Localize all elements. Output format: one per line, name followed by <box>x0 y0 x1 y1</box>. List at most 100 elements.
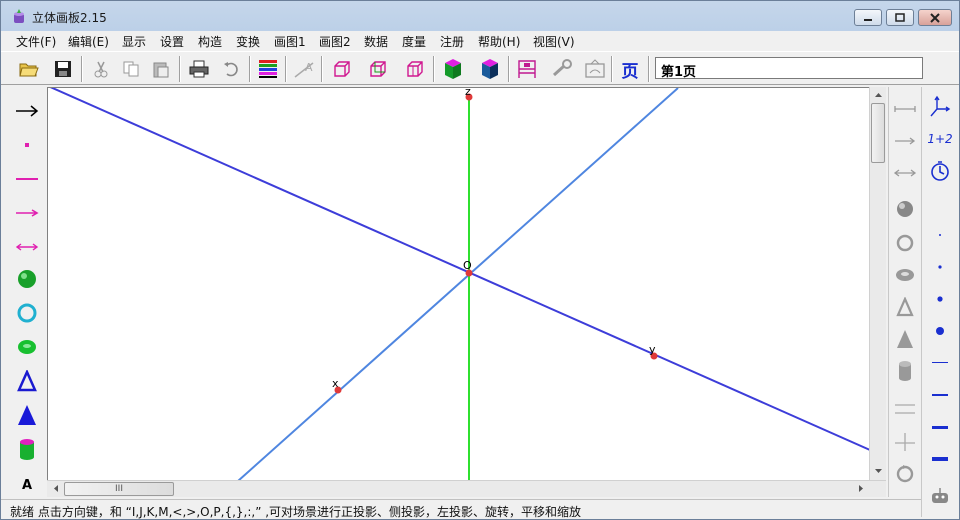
line-weight-4[interactable] <box>926 445 954 473</box>
vertical-scroll-thumb[interactable] <box>871 103 885 163</box>
calculate-button[interactable]: 1+2 <box>926 125 954 153</box>
robot-button[interactable] <box>926 481 954 509</box>
paste-button[interactable] <box>149 57 173 81</box>
menu-draw1[interactable]: 画图1 <box>274 33 306 50</box>
copy-icon <box>123 61 139 77</box>
picture-button[interactable] <box>583 57 607 81</box>
page-selector[interactable]: 第1页 <box>655 57 923 80</box>
right-rotate-tool[interactable] <box>891 459 919 487</box>
prism-tool-1[interactable] <box>441 57 465 81</box>
menu-settings[interactable]: 设置 <box>160 33 184 50</box>
right-circle-tool[interactable] <box>891 229 919 257</box>
right-cylinder-tool[interactable] <box>891 357 919 385</box>
open-button[interactable] <box>17 57 41 81</box>
circle-icon <box>896 234 914 252</box>
close-button[interactable] <box>918 9 952 26</box>
page-button[interactable]: 页 <box>618 57 642 82</box>
undo-button[interactable] <box>219 57 243 81</box>
toolbar-separator <box>249 56 251 82</box>
wrench-button[interactable] <box>551 57 575 81</box>
menu-construct[interactable]: 构造 <box>198 33 222 50</box>
menu-help[interactable]: 帮助(H) <box>478 33 520 50</box>
dot-size-3[interactable] <box>926 285 954 313</box>
ray-tool[interactable] <box>13 199 41 227</box>
segment-tool[interactable] <box>13 165 41 193</box>
timer-button[interactable] <box>926 157 954 185</box>
right-perpendicular-tool[interactable] <box>891 427 919 455</box>
menu-bar: 文件(F) 编辑(E) 显示 设置 构造 变换 画图1 画图2 数据 度量 注册… <box>1 31 959 49</box>
printer-icon <box>189 60 209 78</box>
menu-file[interactable]: 文件(F) <box>16 33 56 50</box>
menu-register[interactable]: 注册 <box>440 33 464 50</box>
minimize-button[interactable] <box>854 9 882 26</box>
cut-button[interactable] <box>89 57 113 81</box>
menu-view[interactable]: 视图(V) <box>533 33 575 50</box>
ellipse-icon <box>896 269 914 281</box>
dot-size-1[interactable] <box>926 221 954 249</box>
line-weight-2[interactable] <box>926 381 954 409</box>
text-tool[interactable]: A <box>13 471 41 499</box>
right-line-tool[interactable] <box>891 159 919 187</box>
right-cone-tool[interactable] <box>891 325 919 353</box>
title-bar: 立体画板2.15 <box>1 1 959 31</box>
menu-data[interactable]: 数据 <box>364 33 388 50</box>
right-ray-tool[interactable] <box>891 127 919 155</box>
cube-tool-2[interactable] <box>366 57 390 81</box>
print-button[interactable] <box>187 57 211 81</box>
prism-tool-2[interactable] <box>478 57 502 81</box>
rotate-circle-icon <box>896 465 914 483</box>
dot-size-2[interactable] <box>926 253 954 281</box>
arrow-icon <box>16 105 39 117</box>
dot-xlarge-icon <box>936 327 944 335</box>
sphere-icon <box>897 201 913 217</box>
circle-tool[interactable] <box>13 299 41 327</box>
ellipse-tool[interactable] <box>13 333 41 361</box>
window-title: 立体画板2.15 <box>32 11 107 25</box>
menu-edit[interactable]: 编辑(E) <box>68 33 109 50</box>
dot-large-icon <box>937 296 943 302</box>
scene-svg: z O x y <box>50 88 869 480</box>
thumb-grip: III <box>115 484 123 494</box>
maximize-button[interactable] <box>886 9 914 26</box>
dot-size-4[interactable] <box>926 317 954 345</box>
menu-draw2[interactable]: 画图2 <box>319 33 351 50</box>
menu-measure[interactable]: 度量 <box>402 33 426 50</box>
line-weight-3[interactable] <box>926 413 954 441</box>
restore-icon <box>895 12 905 22</box>
arrow-tool[interactable] <box>13 97 41 125</box>
vertical-scrollbar[interactable] <box>869 87 886 480</box>
circle-icon <box>17 303 37 323</box>
sphere-tool[interactable] <box>13 265 41 293</box>
text-style-button[interactable]: A <box>292 57 316 81</box>
app-window: 立体画板2.15 文件(F) 编辑(E) 显示 设置 构造 变换 画图1 画图2… <box>0 0 960 520</box>
point-tool[interactable] <box>13 131 41 159</box>
line-weight-1[interactable] <box>926 349 954 377</box>
cylinder-tool[interactable] <box>13 435 41 463</box>
triangle-tool[interactable] <box>13 367 41 395</box>
cube-tool-1[interactable] <box>330 57 354 81</box>
y-axis-line <box>50 88 869 451</box>
menu-transform[interactable]: 变换 <box>236 33 260 50</box>
coordinate-system-button[interactable] <box>515 57 539 81</box>
line-tool[interactable] <box>13 233 41 261</box>
right-triangle-tool[interactable] <box>891 293 919 321</box>
horizontal-scroll-thumb[interactable]: III <box>64 482 174 496</box>
right-sphere-tool[interactable] <box>891 195 919 223</box>
cone-tool[interactable] <box>13 401 41 429</box>
calculate-label: 1+2 <box>927 132 953 146</box>
toolbar-separator <box>433 56 435 82</box>
right-segment-tool[interactable] <box>891 95 919 123</box>
right-ellipse-tool[interactable] <box>891 261 919 289</box>
cube-tool-3[interactable] <box>403 57 427 81</box>
drawing-canvas[interactable]: z O x y <box>47 87 869 480</box>
ray-icon <box>895 137 916 145</box>
right-parallel-tool[interactable] <box>891 395 919 423</box>
copy-button[interactable] <box>119 57 143 81</box>
color-palette-icon <box>259 60 277 78</box>
axes-3d-button[interactable] <box>926 93 954 121</box>
color-button[interactable] <box>256 57 280 81</box>
save-icon <box>55 61 71 77</box>
menu-display[interactable]: 显示 <box>122 33 146 50</box>
save-button[interactable] <box>51 57 75 81</box>
horizontal-scrollbar[interactable]: III <box>47 480 886 497</box>
